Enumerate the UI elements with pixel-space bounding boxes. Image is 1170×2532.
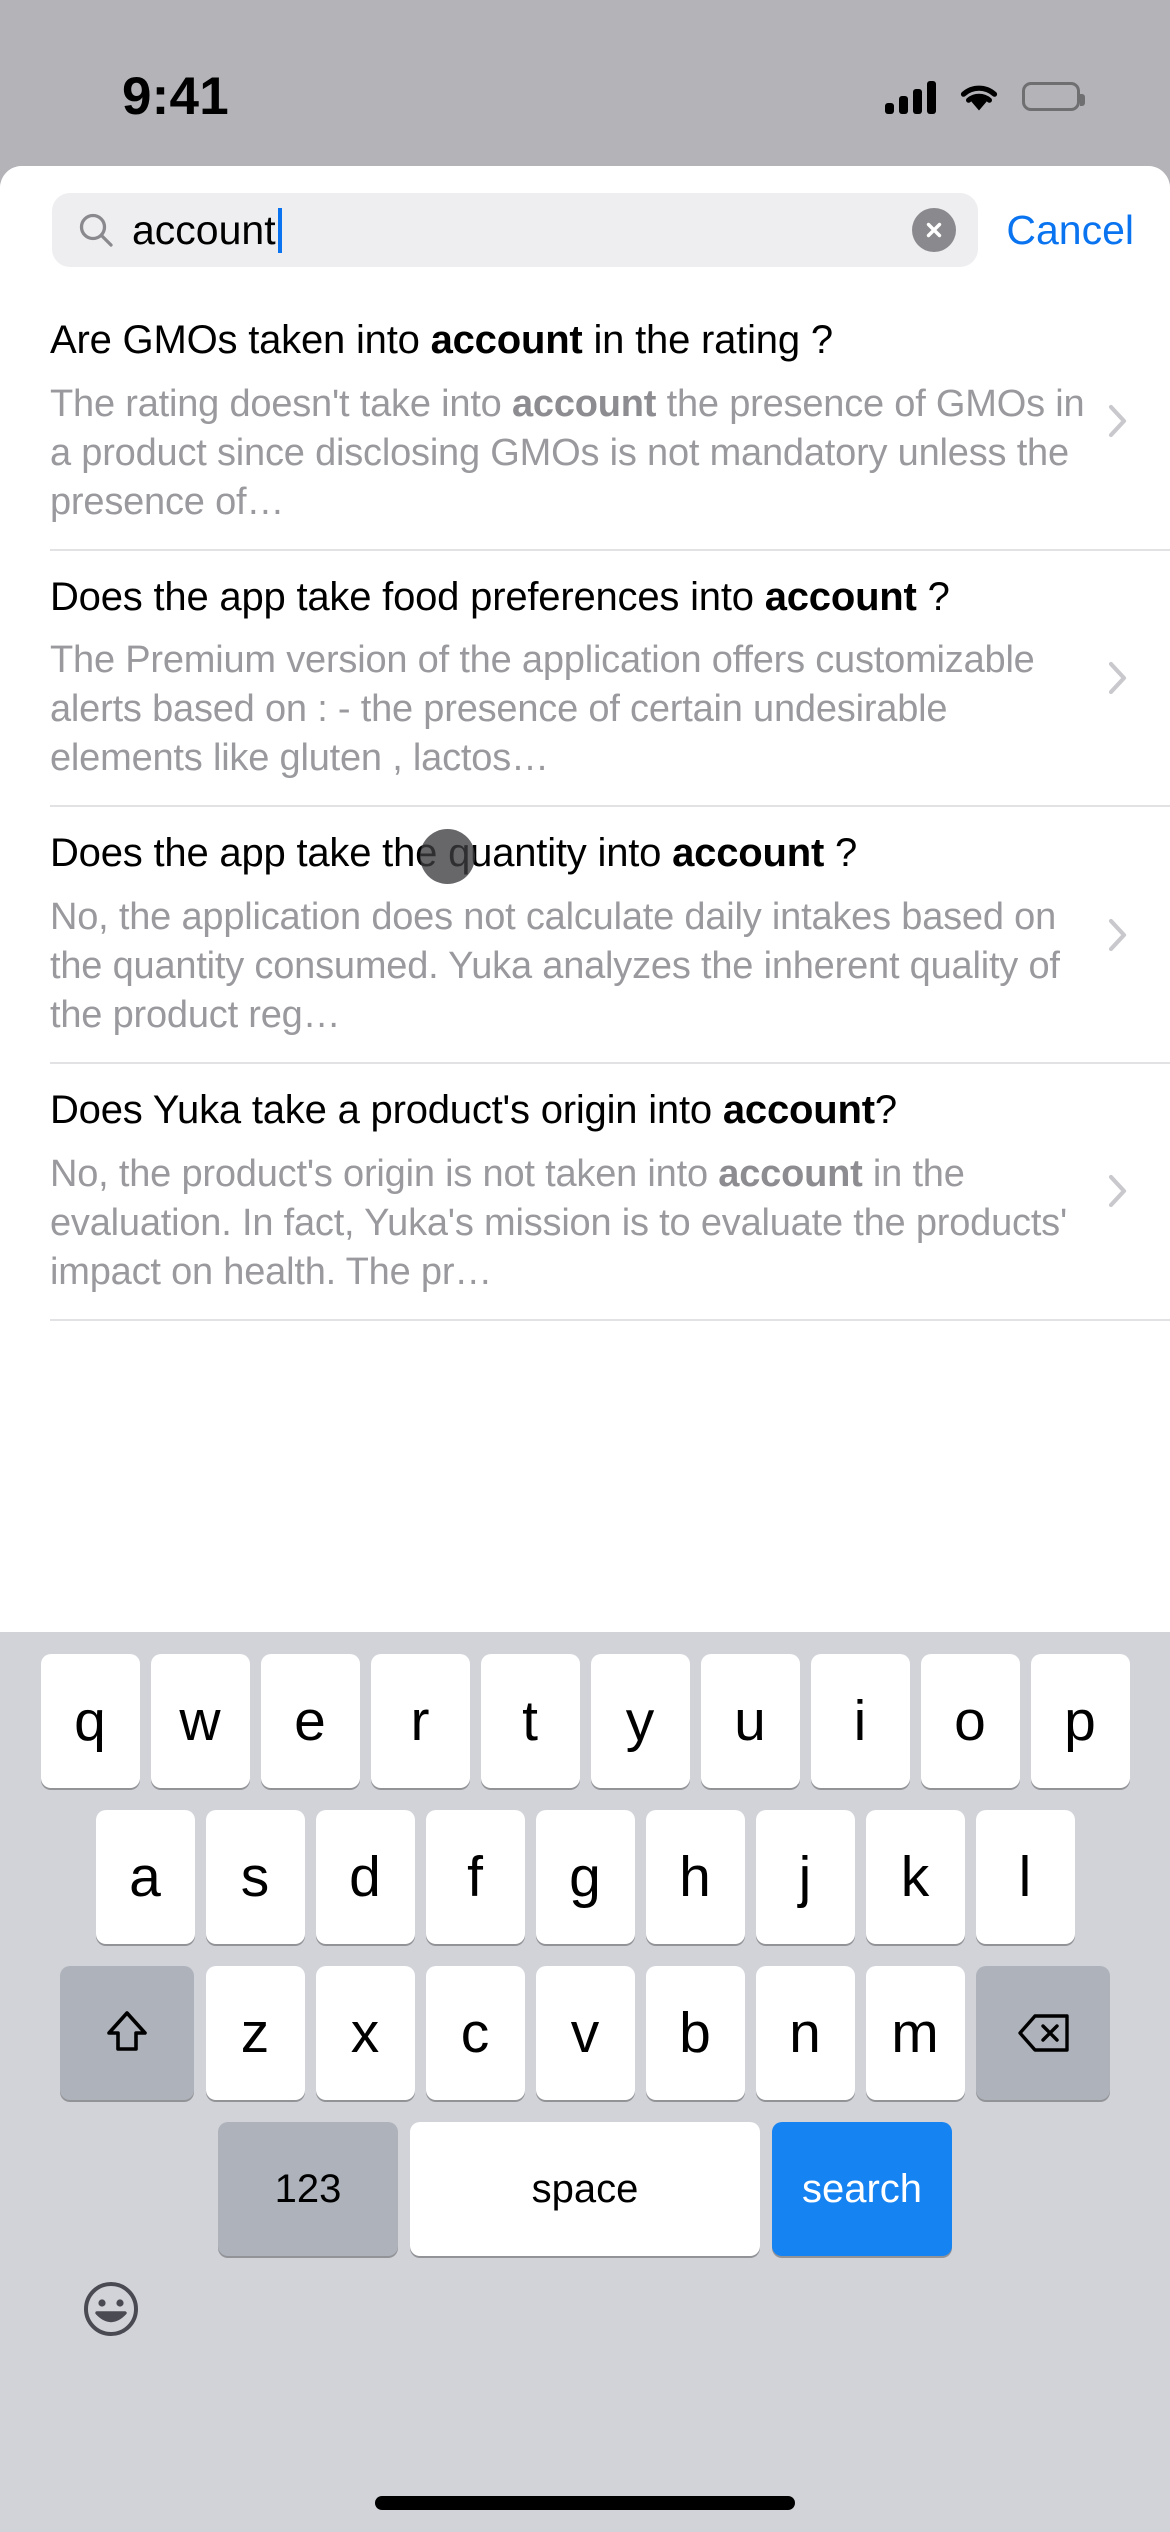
key-k[interactable]: k: [865, 1810, 965, 1944]
keyboard-row-3-letters: zxcvbnm: [200, 1966, 970, 2100]
emoji-key[interactable]: [80, 2278, 142, 2345]
result-title: Are GMOs taken into account in the ratin…: [50, 318, 833, 362]
key-n[interactable]: n: [755, 1966, 855, 2100]
key-t[interactable]: t: [480, 1654, 580, 1788]
key-y[interactable]: y: [590, 1654, 690, 1788]
shift-arrow-icon: [107, 2011, 147, 2051]
key-z[interactable]: z: [205, 1966, 305, 2100]
result-title: Does Yuka take a product's origin into a…: [50, 1087, 897, 1132]
search-text-wrapper: account: [132, 206, 894, 253]
key-s[interactable]: s: [205, 1810, 305, 1944]
search-sheet: account Cancel Are GMOs taken into accou…: [0, 166, 1170, 2532]
result-snippet: No, the application does not calculate d…: [50, 895, 1060, 1036]
key-j[interactable]: j: [755, 1810, 855, 1944]
key-v[interactable]: v: [535, 1966, 635, 2100]
backspace-delete-icon: [1018, 2014, 1069, 2052]
key-w[interactable]: w: [150, 1654, 250, 1788]
key-p[interactable]: p: [1030, 1654, 1130, 1788]
home-indicator-bar[interactable]: [375, 2496, 795, 2510]
key-b[interactable]: b: [645, 1966, 745, 2100]
cellular-signal-icon: [885, 80, 936, 114]
key-l[interactable]: l: [975, 1810, 1075, 1944]
list-divider: [50, 1318, 1170, 1321]
key-x[interactable]: x: [315, 1966, 415, 2100]
on-screen-keyboard: qwertyuiop asdfghjkl zxcvbnm 123 space s…: [0, 1632, 1170, 2532]
key-d[interactable]: d: [315, 1810, 415, 1944]
clear-search-button[interactable]: [912, 208, 957, 252]
result-body: Does the app take food preferences into …: [50, 573, 1092, 784]
result-body: Are GMOs taken into account in the ratin…: [50, 316, 1092, 527]
key-o[interactable]: o: [920, 1654, 1020, 1788]
search-result-row[interactable]: Are GMOs taken into account in the ratin…: [0, 294, 1170, 549]
result-snippet: The Premium version of the application o…: [50, 639, 1035, 780]
keyboard-row-1: qwertyuiop: [0, 1654, 1170, 1788]
emoji-smiley-icon: [84, 2281, 138, 2336]
keyboard-row-3: zxcvbnm: [0, 1966, 1170, 2100]
search-key[interactable]: search: [772, 2122, 952, 2256]
keyboard-row-2: asdfghjkl: [0, 1810, 1170, 1944]
battery-full-icon: [1022, 82, 1085, 111]
backspace-key[interactable]: [976, 1966, 1110, 2100]
keyboard-row-4: 123 space search: [0, 2122, 1170, 2256]
result-snippet: The rating doesn't take into account the…: [50, 382, 1085, 523]
shift-key[interactable]: [60, 1966, 194, 2100]
text-cursor: [277, 207, 282, 253]
search-result-row[interactable]: Does the app take food preferences into …: [0, 551, 1170, 806]
search-icon: [78, 212, 114, 248]
numeric-key[interactable]: 123: [218, 2122, 398, 2256]
search-result-row[interactable]: Does Yuka take a product's origin into a…: [0, 1064, 1170, 1319]
key-a[interactable]: a: [95, 1810, 195, 1944]
search-result-row[interactable]: Does the app take the quantity into acco…: [0, 807, 1170, 1062]
keyboard-emoji-row: [0, 2256, 1170, 2366]
search-bar: account Cancel: [0, 166, 1170, 294]
result-body: Does the app take the quantity into acco…: [50, 829, 1092, 1040]
space-key[interactable]: space: [410, 2122, 760, 2256]
cancel-button[interactable]: Cancel: [998, 207, 1134, 254]
key-q[interactable]: q: [40, 1654, 140, 1788]
wifi-icon: [958, 81, 1000, 113]
status-bar-icons: [885, 80, 1085, 114]
chevron-right-icon: [1092, 911, 1144, 959]
key-m[interactable]: m: [865, 1966, 965, 2100]
search-input[interactable]: account: [52, 193, 979, 267]
chevron-right-icon: [1092, 1167, 1144, 1215]
key-e[interactable]: e: [260, 1654, 360, 1788]
key-h[interactable]: h: [645, 1810, 745, 1944]
search-input-value: account: [132, 206, 276, 253]
key-c[interactable]: c: [425, 1966, 525, 2100]
key-r[interactable]: r: [370, 1654, 470, 1788]
chevron-right-icon: [1092, 397, 1144, 445]
chevron-right-icon: [1092, 654, 1144, 702]
key-f[interactable]: f: [425, 1810, 525, 1944]
result-title: Does the app take the quantity into acco…: [50, 831, 858, 876]
result-snippet: No, the product's origin is not taken in…: [50, 1152, 1068, 1293]
key-i[interactable]: i: [810, 1654, 910, 1788]
result-body: Does Yuka take a product's origin into a…: [50, 1086, 1092, 1297]
result-title: Does the app take food preferences into …: [50, 574, 950, 619]
status-bar-time: 9:41: [122, 67, 229, 126]
search-results-list: Are GMOs taken into account in the ratin…: [0, 294, 1170, 1321]
status-bar: 9:41: [0, 0, 1170, 165]
key-g[interactable]: g: [535, 1810, 635, 1944]
key-u[interactable]: u: [700, 1654, 800, 1788]
